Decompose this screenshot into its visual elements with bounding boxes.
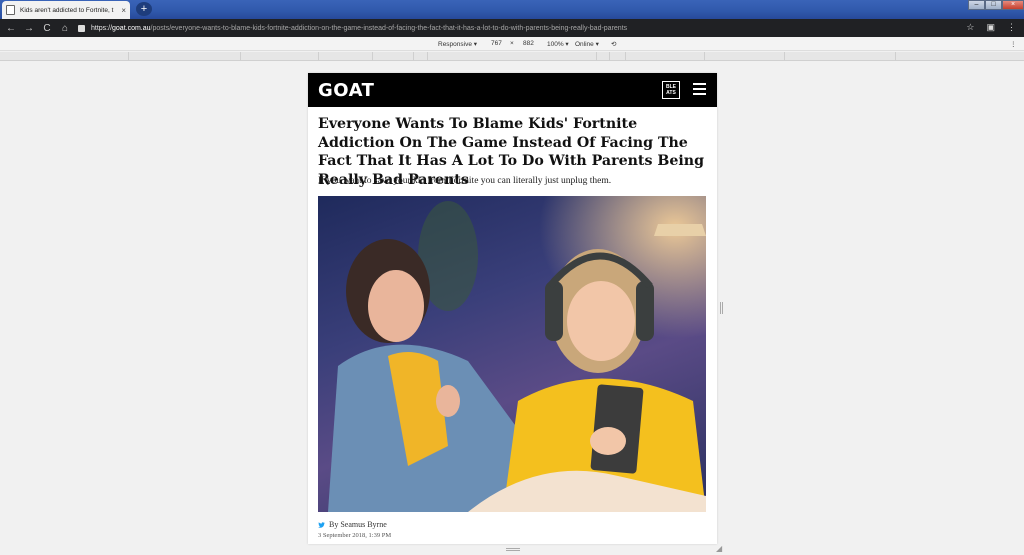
twitter-icon[interactable] [318, 521, 325, 528]
viewport-width-resize-handle[interactable] [720, 302, 723, 314]
menu-icon[interactable] [693, 83, 706, 96]
viewport-height-resize-handle[interactable] [506, 548, 520, 551]
tab-title: Kids aren't addicted to Fortnite, t [20, 6, 114, 14]
page-icon [6, 5, 15, 15]
home-button[interactable]: ⌂ [56, 23, 74, 34]
tab-close-icon[interactable]: × [121, 6, 126, 15]
bookmark-star-icon[interactable]: ☆ [966, 22, 974, 33]
article-byline: By Seamus Byrne [318, 520, 387, 529]
media-query-ruler[interactable] [0, 52, 1024, 61]
device-toolbar: Responsive ▾ 767 × 882 100% ▾ Online ▾ ⟲… [0, 37, 1024, 51]
zoom-select[interactable]: 100% ▾ [547, 40, 569, 48]
rotate-icon[interactable]: ⟲ [611, 40, 616, 48]
bleats-button[interactable]: BLE ATS [662, 81, 680, 99]
hero-image [318, 196, 706, 512]
close-window-button[interactable]: × [1002, 0, 1024, 10]
maximize-button[interactable]: □ [985, 0, 1002, 10]
article-dek: If you want to save your kid from Fortni… [318, 176, 612, 186]
reload-button[interactable]: C [38, 23, 56, 34]
dimension-separator: × [510, 40, 514, 47]
device-more-icon[interactable]: ⋮ [1010, 40, 1017, 48]
article-date: 3 September 2018, 1:39 PM [318, 532, 392, 539]
bleats-label-line2: ATS [666, 90, 676, 96]
viewport-height-input[interactable]: 882 [523, 40, 534, 47]
device-viewport: GOAT BLE ATS Everyone Wants To Blame Kid… [308, 73, 717, 544]
device-mode-select[interactable]: Responsive ▾ [438, 40, 477, 48]
back-button[interactable]: ← [2, 23, 20, 34]
network-throttle-select[interactable]: Online ▾ [575, 40, 599, 48]
byline-text[interactable]: By Seamus Byrne [329, 520, 387, 529]
minimize-button[interactable]: – [968, 0, 985, 10]
new-tab-button[interactable]: + [136, 2, 152, 16]
tab-strip: Kids aren't addicted to Fortnite, t × + … [0, 0, 1024, 19]
forward-button[interactable]: → [20, 23, 38, 34]
browser-toolbar: ← → C ⌂ https://goat.com.au/posts/everyo… [0, 19, 1024, 37]
address-bar[interactable]: https://goat.com.au/posts/everyone-wants… [78, 21, 1008, 35]
goat-logo[interactable]: GOAT [318, 80, 374, 101]
viewport-width-input[interactable]: 767 [491, 40, 502, 47]
chrome-menu-icon[interactable]: ⋮ [1007, 22, 1016, 33]
browser-tab[interactable]: Kids aren't addicted to Fortnite, t × [2, 1, 130, 19]
extension-icon[interactable]: ▣ [986, 22, 995, 33]
site-header: GOAT BLE ATS [308, 73, 717, 107]
url-text: https://goat.com.au/posts/everyone-wants… [91, 24, 628, 32]
lock-icon [78, 24, 85, 32]
viewport-corner-resize-handle[interactable]: ◢ [716, 545, 724, 553]
